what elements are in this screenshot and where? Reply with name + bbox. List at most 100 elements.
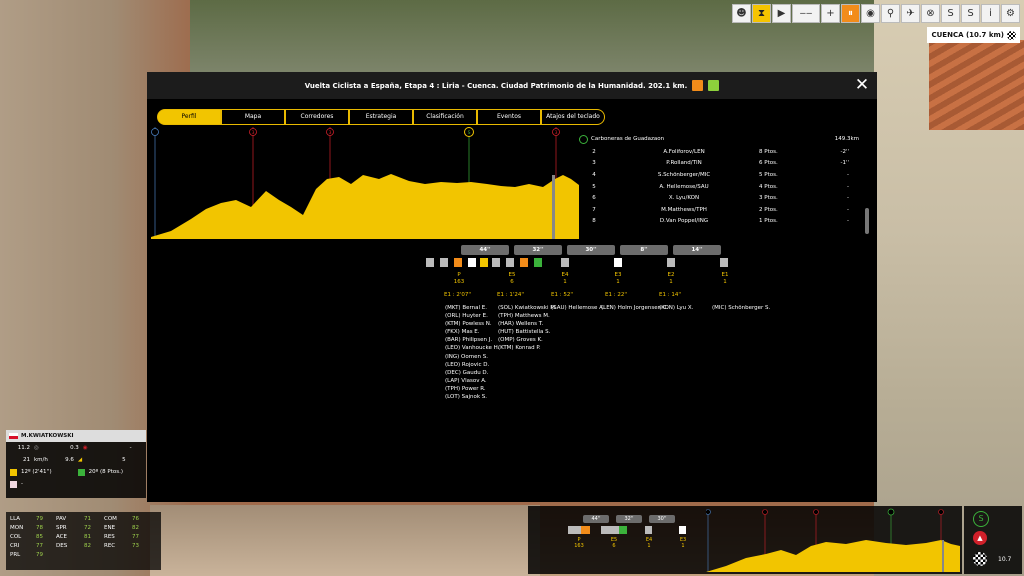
strategy-s-icon[interactable]: S [941,4,960,23]
row-pos: 7 [592,206,596,213]
hourglass-icon[interactable]: ⧗ [752,4,771,23]
stat-value: 85 [36,534,43,540]
row-name: A. Hellemose/SAU [659,183,709,190]
finish-flag-icon[interactable] [973,552,987,566]
background-roof [929,40,1024,130]
classification-header: Carboneras de Guadazaon 149.3km [579,132,869,146]
rider-line: 21 km/h 9.6 ◢ 5 [6,454,146,466]
group-time: E1 : 14'' [659,292,682,298]
rider-stats: LLA 79 PAV 71 COM 76 MON 78 SPR 72 ENE 82 COL 8… [6,512,161,570]
tab-atajos[interactable]: Atajos del teclado [541,109,605,125]
mountain-icon[interactable] [692,80,704,91]
group-label: E5 6 [610,537,618,549]
distance-remaining: 10.7 [998,556,1012,563]
speed-slider[interactable]: ‒‒ [792,4,820,23]
stat-value: 73 [132,543,139,549]
strategy-s2-icon[interactable]: S [961,4,980,23]
stat-value: 81 [84,534,91,540]
tab-estrategia[interactable]: Estrategia [349,109,413,125]
jersey-icon [667,258,675,267]
group-riders: (KON) Lyu X. [659,305,694,311]
stat-label: RES [104,534,115,540]
rider-gc: 12º (2'41'') [21,469,52,475]
row-diff: - [847,183,849,190]
group-time: E1 : 2'07'' [444,292,472,298]
group-label: E4 1 [645,537,653,549]
play-icon[interactable]: ▶ [772,4,791,23]
row-name: M.Matthews/TPH [661,206,707,213]
stats-grid: LLA 79 PAV 71 COM 76 MON 78 SPR 72 ENE 82 COL 8… [6,512,161,562]
tab-bar: Perfil Mapa Corredores Estrategia Clasif… [157,109,605,125]
wheel-icon[interactable]: ⊗ [921,4,940,23]
row-diff: - [847,206,849,213]
row-name: S.Schönberger/MIC [657,171,711,178]
tab-corredores[interactable]: Corredores [285,109,349,125]
sprint-point-distance: 149.3km [834,136,859,142]
elevation-profile[interactable]: 3 3 S 3 [151,127,581,239]
mountain-icon[interactable]: ▲ [973,531,987,545]
jersey-icon [645,526,652,534]
group-riders: (SOL) Kwiatkowski M. (TPH) Matthews M. (… [498,305,557,352]
group-time: E1 : 22'' [605,292,628,298]
jersey-icon [506,258,514,267]
row-pts: 1 Ptos. [759,218,778,225]
rider-header: M.KWIATKOWSKI [6,430,146,442]
table-row: 7 M.Matthews/TPH 2 Ptos. - [579,204,869,216]
sprint-marker-icon: S [464,127,474,137]
table-row: 3 P.Rolland/TIN 6 Ptos. -1'' [579,158,869,170]
stat-value: 71 [84,516,91,522]
row-pts: 3 Ptos. [759,195,778,202]
group-riders: (MKT) Bernal E. (ORL) Huyter E. (KTM) Po… [445,305,500,401]
rider-line: 11.2 ◎ 0.3 ◉ - [6,442,146,454]
eye-icon[interactable]: ◉ [861,4,880,23]
row-diff: - [847,195,849,202]
settings-icon[interactable]: ⚙ [1001,4,1020,23]
group-label: E1 1 [721,272,729,285]
grid-icon[interactable] [708,80,720,91]
sprint-classification: Carboneras de Guadazaon 149.3km 2 A.Foli… [579,132,869,237]
close-icon[interactable]: ✕ [853,76,871,94]
stat-value: 82 [84,543,91,549]
jersey-icon [614,258,622,267]
kom-marker-icon: 3 [249,128,257,136]
rider-name: M.KWIATKOWSKI [21,433,74,439]
panel-header: Vuelta Ciclista a España, Etapa 4 : Liri… [147,72,877,99]
stat-label: MON [10,525,24,531]
jersey-icon [561,258,569,267]
mini-elevation-profile [706,508,960,572]
gap-badge: 32'' [616,515,642,523]
bike-icon[interactable]: ⚲ [881,4,900,23]
group-time: E1 : 52'' [551,292,574,298]
tab-eventos[interactable]: Eventos [477,109,541,125]
svg-text:S: S [468,130,471,136]
pause-icon[interactable]: ⏸ [841,4,860,23]
stage-title: Vuelta Ciclista a España, Etapa 4 : Liri… [304,81,688,90]
rider-info[interactable]: M.KWIATKOWSKI 11.2 ◎ 0.3 ◉ - 21 km/h 9.6… [6,430,146,498]
tab-mapa[interactable]: Mapa [221,109,285,125]
stat-label: COL [10,534,22,540]
tab-clasificacion[interactable]: Clasificación [413,109,477,125]
stat-label: ACE [56,534,67,540]
stat-label: LLA [10,516,21,522]
stat-label: SPR [56,525,67,531]
jersey-icon [720,258,728,267]
group-time: E1 : 1'24'' [497,292,525,298]
sprint-icon[interactable]: S [973,511,989,527]
info-icon[interactable]: i [981,4,1000,23]
group-label: P 163 [574,537,584,549]
rider-speed: 21 [23,457,30,463]
rider-line: 12º (2'41'') 20º (8 Ptos.) [6,466,146,478]
mini-icon-column: S ▲ 10.7 [964,506,1022,574]
row-pts: 8 Ptos. [759,148,778,155]
rider-icon[interactable]: ☻ [732,4,751,23]
row-pos: 8 [592,218,596,225]
table-row: 6 X. Lyu/KON 3 Ptos. - [579,192,869,204]
tab-perfil[interactable]: Perfil [157,109,221,125]
stat-label: ENE [104,525,116,531]
mini-profile[interactable]: 44'' 32'' 30'' P 163 E5 6 E4 1 E3 1 [528,506,962,574]
feed-icon[interactable]: ✈ [901,4,920,23]
group-label: E3 1 [679,537,687,549]
group-label: E4 1 [561,272,569,285]
plus-icon[interactable]: + [821,4,840,23]
classification-scrollbar[interactable] [865,208,869,234]
